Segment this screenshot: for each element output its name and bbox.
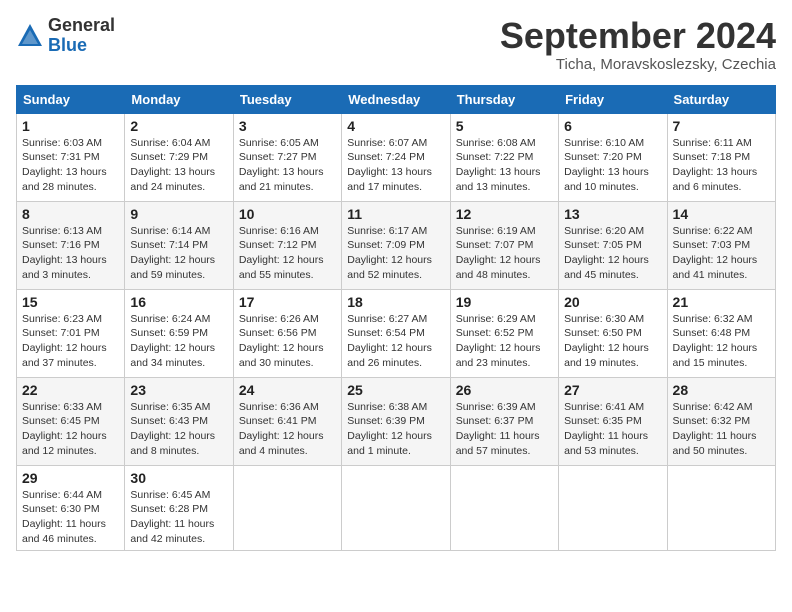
header-tuesday: Tuesday <box>233 85 341 113</box>
day-28: 28 Sunrise: 6:42 AMSunset: 6:32 PMDaylig… <box>667 377 775 465</box>
header-friday: Friday <box>559 85 667 113</box>
week-row-3: 15 Sunrise: 6:23 AMSunset: 7:01 PMDaylig… <box>17 289 776 377</box>
day-7: 7 Sunrise: 6:11 AMSunset: 7:18 PMDayligh… <box>667 113 775 201</box>
day-26: 26 Sunrise: 6:39 AMSunset: 6:37 PMDaylig… <box>450 377 558 465</box>
day-11: 11 Sunrise: 6:17 AMSunset: 7:09 PMDaylig… <box>342 201 450 289</box>
day-2: 2 Sunrise: 6:04 AMSunset: 7:29 PMDayligh… <box>125 113 233 201</box>
week-row-5: 29 Sunrise: 6:44 AMSunset: 6:30 PMDaylig… <box>17 465 776 551</box>
day-16: 16 Sunrise: 6:24 AMSunset: 6:59 PMDaylig… <box>125 289 233 377</box>
day-27: 27 Sunrise: 6:41 AMSunset: 6:35 PMDaylig… <box>559 377 667 465</box>
day-8: 8 Sunrise: 6:13 AMSunset: 7:16 PMDayligh… <box>17 201 125 289</box>
logo: General Blue <box>16 16 115 56</box>
day-10: 10 Sunrise: 6:16 AMSunset: 7:12 PMDaylig… <box>233 201 341 289</box>
header-saturday: Saturday <box>667 85 775 113</box>
logo-icon <box>16 22 44 50</box>
week-row-1: 1 Sunrise: 6:03 AMSunset: 7:31 PMDayligh… <box>17 113 776 201</box>
month-title: September 2024 <box>500 16 776 56</box>
day-6: 6 Sunrise: 6:10 AMSunset: 7:20 PMDayligh… <box>559 113 667 201</box>
day-18: 18 Sunrise: 6:27 AMSunset: 6:54 PMDaylig… <box>342 289 450 377</box>
calendar-table: Sunday Monday Tuesday Wednesday Thursday… <box>16 85 776 552</box>
day-12: 12 Sunrise: 6:19 AMSunset: 7:07 PMDaylig… <box>450 201 558 289</box>
header-wednesday: Wednesday <box>342 85 450 113</box>
day-9: 9 Sunrise: 6:14 AMSunset: 7:14 PMDayligh… <box>125 201 233 289</box>
day-30: 30 Sunrise: 6:45 AMSunset: 6:28 PMDaylig… <box>125 465 233 551</box>
day-22: 22 Sunrise: 6:33 AMSunset: 6:45 PMDaylig… <box>17 377 125 465</box>
day-24: 24 Sunrise: 6:36 AMSunset: 6:41 PMDaylig… <box>233 377 341 465</box>
day-14: 14 Sunrise: 6:22 AMSunset: 7:03 PMDaylig… <box>667 201 775 289</box>
header-monday: Monday <box>125 85 233 113</box>
header-sunday: Sunday <box>17 85 125 113</box>
empty-cell-1 <box>233 465 341 551</box>
empty-cell-5 <box>667 465 775 551</box>
week-row-2: 8 Sunrise: 6:13 AMSunset: 7:16 PMDayligh… <box>17 201 776 289</box>
location-text: Ticha, Moravskoslezsky, Czechia <box>500 56 776 73</box>
day-20: 20 Sunrise: 6:30 AMSunset: 6:50 PMDaylig… <box>559 289 667 377</box>
day-25: 25 Sunrise: 6:38 AMSunset: 6:39 PMDaylig… <box>342 377 450 465</box>
day-29: 29 Sunrise: 6:44 AMSunset: 6:30 PMDaylig… <box>17 465 125 551</box>
weekday-header-row: Sunday Monday Tuesday Wednesday Thursday… <box>17 85 776 113</box>
day-21: 21 Sunrise: 6:32 AMSunset: 6:48 PMDaylig… <box>667 289 775 377</box>
title-block: September 2024 Ticha, Moravskoslezsky, C… <box>500 16 776 73</box>
empty-cell-2 <box>342 465 450 551</box>
day-17: 17 Sunrise: 6:26 AMSunset: 6:56 PMDaylig… <box>233 289 341 377</box>
day-19: 19 Sunrise: 6:29 AMSunset: 6:52 PMDaylig… <box>450 289 558 377</box>
week-row-4: 22 Sunrise: 6:33 AMSunset: 6:45 PMDaylig… <box>17 377 776 465</box>
day-15: 15 Sunrise: 6:23 AMSunset: 7:01 PMDaylig… <box>17 289 125 377</box>
day-5: 5 Sunrise: 6:08 AMSunset: 7:22 PMDayligh… <box>450 113 558 201</box>
empty-cell-4 <box>559 465 667 551</box>
day-23: 23 Sunrise: 6:35 AMSunset: 6:43 PMDaylig… <box>125 377 233 465</box>
day-3: 3 Sunrise: 6:05 AMSunset: 7:27 PMDayligh… <box>233 113 341 201</box>
day-13: 13 Sunrise: 6:20 AMSunset: 7:05 PMDaylig… <box>559 201 667 289</box>
logo-general-text: General <box>48 16 115 36</box>
header-thursday: Thursday <box>450 85 558 113</box>
logo-blue-text: Blue <box>48 36 115 56</box>
page-header: General Blue September 2024 Ticha, Morav… <box>16 16 776 73</box>
day-1: 1 Sunrise: 6:03 AMSunset: 7:31 PMDayligh… <box>17 113 125 201</box>
day-4: 4 Sunrise: 6:07 AMSunset: 7:24 PMDayligh… <box>342 113 450 201</box>
empty-cell-3 <box>450 465 558 551</box>
